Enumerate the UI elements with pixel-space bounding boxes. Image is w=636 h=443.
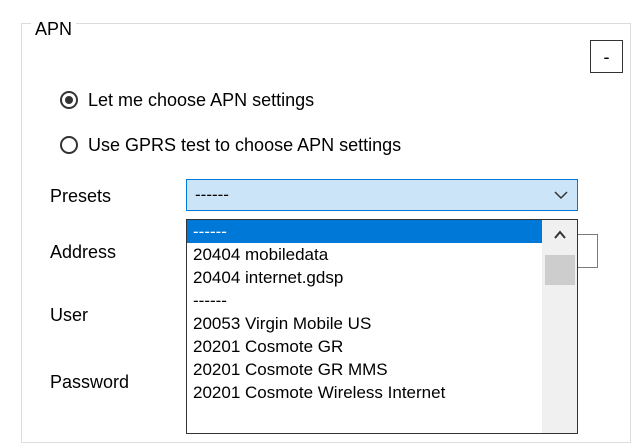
list-item[interactable]: ------: [187, 289, 543, 312]
radio-gprs-test-label: Use GPRS test to choose APN settings: [88, 134, 402, 155]
presets-label: Presets: [50, 186, 112, 206]
chevron-down-icon[interactable]: [553, 187, 569, 203]
list-item[interactable]: 20404 mobiledata: [187, 243, 543, 266]
list-item[interactable]: 20201 Cosmote GR MMS: [187, 358, 543, 381]
chevron-up-icon: [554, 230, 566, 239]
password-label: Password: [50, 372, 130, 392]
apn-group-title: APN: [31, 18, 77, 40]
radio-unchecked-icon[interactable]: [60, 136, 78, 154]
presets-dropdown-list[interactable]: ------ 20404 mobiledata 20404 internet.g…: [186, 219, 578, 434]
radio-let-me-choose-label: Let me choose APN settings: [88, 89, 315, 110]
list-item[interactable]: 20053 Virgin Mobile US: [187, 312, 543, 335]
presets-selected-value: ------: [195, 185, 229, 204]
radio-gprs-test[interactable]: Use GPRS test to choose APN settings: [60, 133, 401, 157]
presets-combobox[interactable]: ------: [186, 179, 578, 211]
user-label: User: [50, 305, 89, 325]
list-item[interactable]: 20201 Cosmote Wireless Internet: [187, 381, 543, 404]
scroll-up-button[interactable]: [543, 220, 577, 250]
radio-let-me-choose[interactable]: Let me choose APN settings: [60, 88, 314, 112]
radio-checked-icon[interactable]: [60, 91, 78, 109]
collapse-button[interactable]: -: [590, 40, 623, 73]
list-item[interactable]: 20404 internet.gdsp: [187, 266, 543, 289]
list-item[interactable]: ------: [187, 220, 543, 243]
list-item[interactable]: 20201 Cosmote GR: [187, 335, 543, 358]
scroll-thumb[interactable]: [545, 255, 575, 285]
dropdown-scrollbar[interactable]: [542, 220, 577, 433]
address-label: Address: [50, 242, 117, 262]
